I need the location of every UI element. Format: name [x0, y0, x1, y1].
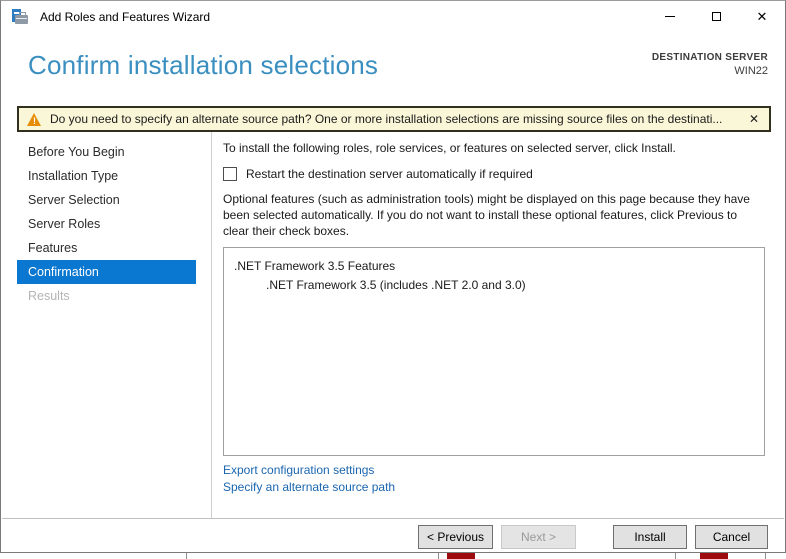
background-gridline [765, 553, 766, 559]
wizard-window: Add Roles and Features Wizard ✕ Confirm … [0, 0, 786, 553]
nav-item-results: Results [28, 289, 70, 303]
selected-features-listbox: .NET Framework 3.5 Features .NET Framewo… [223, 247, 765, 456]
maximize-icon [711, 12, 721, 21]
footer-divider [2, 518, 784, 519]
titlebar: Add Roles and Features Wizard ✕ [1, 1, 785, 32]
background-gridline [675, 553, 676, 559]
nav-item-confirmation[interactable]: Confirmation [17, 260, 196, 284]
warning-icon: ! [27, 112, 42, 126]
page-title: Confirm installation selections [28, 50, 379, 80]
install-instruction-text: To install the following roles, role ser… [223, 141, 676, 155]
nav-item-before-you-begin[interactable]: Before You Begin [17, 140, 196, 164]
window-title: Add Roles and Features Wizard [40, 9, 211, 24]
window-controls: ✕ [647, 1, 785, 32]
alternate-source-path-link[interactable]: Specify an alternate source path [223, 479, 395, 496]
restart-checkbox-label: Restart the destination server automatic… [246, 167, 533, 181]
sidebar-divider [211, 132, 212, 518]
previous-button[interactable]: < Previous [418, 525, 493, 549]
feature-subitem[interactable]: .NET Framework 3.5 (includes .NET 2.0 an… [224, 276, 764, 295]
destination-server-label: DESTINATION SERVER [651, 52, 768, 63]
server-manager-icon [12, 8, 29, 25]
minimize-button[interactable] [647, 1, 693, 32]
restart-checkbox[interactable] [223, 167, 237, 181]
destination-server-block: DESTINATION SERVER WIN22 [652, 52, 768, 77]
warning-close-icon[interactable]: ✕ [749, 112, 759, 126]
background-red-status-bar [447, 553, 475, 559]
background-gridline [438, 553, 439, 559]
wizard-steps-nav: Before You Begin Installation Type Serve… [17, 140, 196, 308]
background-red-status-bar [700, 553, 728, 559]
warning-banner: ! Do you need to specify an alternate so… [17, 106, 771, 132]
destination-server-name: WIN22 [734, 65, 768, 77]
close-icon: ✕ [756, 9, 768, 24]
warning-message: Do you need to specify an alternate sour… [50, 112, 723, 126]
nav-item-features[interactable]: Features [17, 236, 196, 260]
cancel-button[interactable]: Cancel [695, 525, 768, 549]
minimize-icon [665, 16, 675, 17]
next-button: Next > [501, 525, 576, 549]
nav-item-server-selection[interactable]: Server Selection [17, 188, 196, 212]
close-button[interactable]: ✕ [739, 1, 785, 32]
background-gridline [186, 553, 187, 559]
action-links: Export configuration settings Specify an… [223, 462, 395, 496]
feature-item[interactable]: .NET Framework 3.5 Features [224, 257, 764, 276]
background-window-edge [0, 553, 786, 559]
maximize-button[interactable] [693, 1, 739, 32]
nav-item-installation-type[interactable]: Installation Type [17, 164, 196, 188]
nav-item-server-roles[interactable]: Server Roles [17, 212, 196, 236]
restart-option-row: Restart the destination server automatic… [223, 167, 533, 181]
export-configuration-link[interactable]: Export configuration settings [223, 462, 395, 479]
install-button[interactable]: Install [613, 525, 687, 549]
optional-features-note: Optional features (such as administratio… [223, 192, 750, 238]
